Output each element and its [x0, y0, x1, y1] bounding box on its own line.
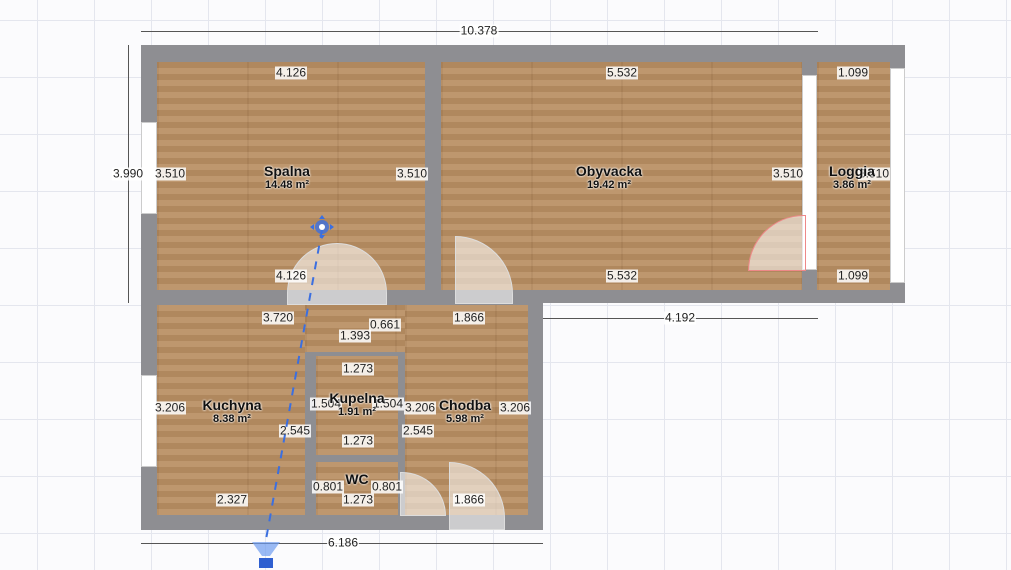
dim-chodba-h-inner: 2.545	[401, 423, 435, 438]
room-label-obyvacka[interactable]: Obyvacka 19.42 m²	[576, 163, 642, 191]
dim-obyvacka-w-bottom: 5.532	[605, 268, 639, 283]
dim-bath-top: 1.393	[338, 328, 372, 343]
observer-camera-icon[interactable]	[248, 540, 284, 570]
dim-kuchyna-w-bottom: 2.327	[215, 492, 249, 507]
dim-loggia-w-bottom: 1.099	[836, 268, 870, 283]
dim-chodba-h-right: 3.206	[498, 400, 532, 415]
camera-path	[264, 229, 323, 546]
dim-wc-w: 1.273	[341, 492, 375, 507]
dim-chodba-w-bottom: 1.866	[452, 492, 486, 507]
room-label-kuchyna[interactable]: Kuchyna 8.38 m²	[202, 397, 261, 425]
room-name: Kupelna	[329, 390, 385, 406]
room-label-loggia[interactable]: Loggia 3.86 m²	[829, 163, 875, 191]
room-label-chodba[interactable]: Chodba 5.98 m²	[439, 397, 491, 425]
room-name: Kuchyna	[202, 397, 262, 413]
room-area: 8.38 m²	[213, 413, 251, 425]
room-area: 5.98 m²	[446, 413, 484, 425]
room-label-wc[interactable]: WC	[345, 471, 368, 487]
dim-chodba-w: 1.866	[452, 310, 486, 325]
dim-bath-gap: 0.661	[368, 317, 402, 332]
dim-spalna-h-left: 3.510	[153, 166, 187, 181]
dim-spalna-h-right: 3.510	[395, 166, 429, 181]
room-label-spalna[interactable]: Spalna 14.48 m²	[264, 163, 310, 191]
dim-wc-h-right: 0.801	[370, 479, 404, 494]
room-area: 1.91 m²	[338, 406, 376, 418]
room-name: Loggia	[829, 163, 875, 179]
room-name: Spalna	[264, 163, 310, 179]
dim-kupelna-w: 1.273	[341, 361, 375, 376]
dim-obyvacka-h: 3.510	[771, 166, 805, 181]
dim-chodba-h-left: 3.206	[403, 400, 437, 415]
window-loggia[interactable]	[890, 68, 905, 283]
window-kuchyna[interactable]	[141, 375, 157, 467]
dim-total-width: 10.378	[459, 23, 499, 38]
room-name: Obyvacka	[575, 163, 643, 179]
dim-loggia-w: 1.099	[836, 65, 870, 80]
dim-right-offset: 4.192	[663, 310, 697, 325]
room-name: WC	[345, 471, 369, 487]
dim-obyvacka-w: 5.532	[605, 65, 639, 80]
dim-spalna-w: 4.126	[274, 65, 308, 80]
camera-target-icon[interactable]	[309, 214, 335, 240]
room-name: Chodba	[438, 397, 492, 413]
room-area: 3.86 m²	[833, 179, 871, 191]
room-label-kupelna[interactable]: Kupelna 1.91 m²	[329, 390, 384, 418]
room-area: 19.42 m²	[586, 179, 632, 191]
room-area: 14.48 m²	[264, 179, 310, 191]
dim-kuchyna-h: 3.206	[153, 400, 187, 415]
dim-kupelna-w-bottom: 1.273	[341, 433, 375, 448]
dim-total-height: 3.990	[111, 166, 145, 181]
